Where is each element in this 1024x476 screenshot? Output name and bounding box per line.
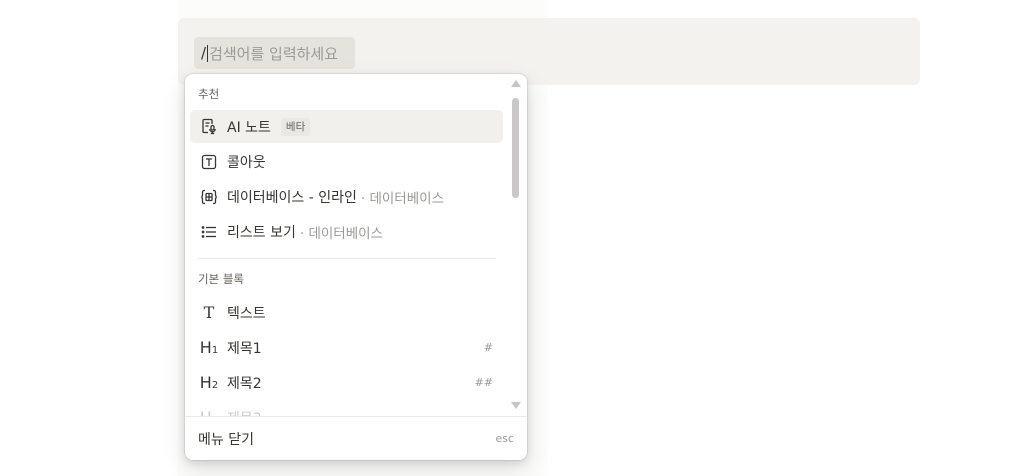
scroll-down-arrow-icon[interactable] xyxy=(511,402,521,409)
menu-item-label: 리스트 보기 xyxy=(227,224,296,241)
list-view-icon xyxy=(200,223,218,241)
menu-item-callout[interactable]: 콜아웃 xyxy=(190,145,503,178)
menu-item-text[interactable]: T 텍스트 xyxy=(190,296,503,329)
heading2-icon: H2 xyxy=(199,373,219,392)
heading3-icon: H3 xyxy=(200,408,218,416)
heading-level: 2 xyxy=(211,379,219,391)
menu-item-category: 데이터베이스 xyxy=(361,187,444,207)
database-inline-icon xyxy=(200,188,218,206)
scrollbar-thumb[interactable] xyxy=(512,98,519,198)
heading-glyph: H xyxy=(199,373,212,392)
esc-shortcut: esc xyxy=(495,432,514,445)
menu-item-heading1[interactable]: H1 제목1 # xyxy=(190,331,503,364)
menu-item-label: 데이터베이스 - 인라인 xyxy=(227,189,357,206)
menu-item-shortcut: ## xyxy=(474,376,493,389)
menu-item-label: 콜아웃 xyxy=(227,154,266,171)
menu-scroll-area[interactable]: 추천 AI 노트 베타 콜아웃 데이터베이스 - 인라인 · 데이터베이스 리스… xyxy=(185,74,527,416)
heading-level: 1 xyxy=(211,344,219,356)
scroll-up-arrow-icon[interactable] xyxy=(511,80,521,87)
ai-notes-icon xyxy=(200,118,218,136)
menu-item-list-view[interactable]: 리스트 보기 데이터베이스 xyxy=(190,215,503,248)
menu-item-label: 제목3 xyxy=(227,408,262,417)
callout-icon xyxy=(200,153,218,171)
close-menu-label: 메뉴 닫기 xyxy=(198,431,254,448)
section-label-basic-blocks: 기본 블록 xyxy=(198,272,244,286)
heading-glyph: H xyxy=(200,408,212,416)
menu-scrollbar[interactable] xyxy=(508,78,524,414)
section-label-suggested: 추천 xyxy=(198,87,220,101)
menu-item-label: 제목1 xyxy=(227,340,262,357)
heading-glyph: H xyxy=(199,338,212,357)
menu-item-heading3[interactable]: H3 제목3 xyxy=(190,401,503,416)
slash-command-input[interactable]: / 검색어를 입력하세요 xyxy=(194,37,355,69)
text-icon: T xyxy=(203,303,215,322)
slash-command-menu: 추천 AI 노트 베타 콜아웃 데이터베이스 - 인라인 · 데이터베이스 리스… xyxy=(185,74,527,460)
menu-item-label: AI 노트 xyxy=(227,119,271,136)
menu-item-label: 제목2 xyxy=(227,375,262,392)
section-divider xyxy=(198,258,496,259)
menu-item-database-inline[interactable]: 데이터베이스 - 인라인 데이터베이스 xyxy=(190,180,503,213)
text-caret xyxy=(207,44,209,62)
menu-item-ai-notes[interactable]: AI 노트 베타 xyxy=(190,110,503,143)
slash-char: / xyxy=(201,44,207,62)
menu-item-category: 데이터베이스 xyxy=(300,222,383,242)
beta-badge: 베타 xyxy=(280,117,311,136)
menu-item-label: 텍스트 xyxy=(227,305,266,322)
heading1-icon: H1 xyxy=(199,338,219,357)
close-menu-button[interactable]: 메뉴 닫기 esc xyxy=(185,416,527,460)
menu-item-shortcut: # xyxy=(483,341,493,354)
search-placeholder: 검색어를 입력하세요 xyxy=(209,44,339,63)
menu-item-heading2[interactable]: H2 제목2 ## xyxy=(190,366,503,399)
